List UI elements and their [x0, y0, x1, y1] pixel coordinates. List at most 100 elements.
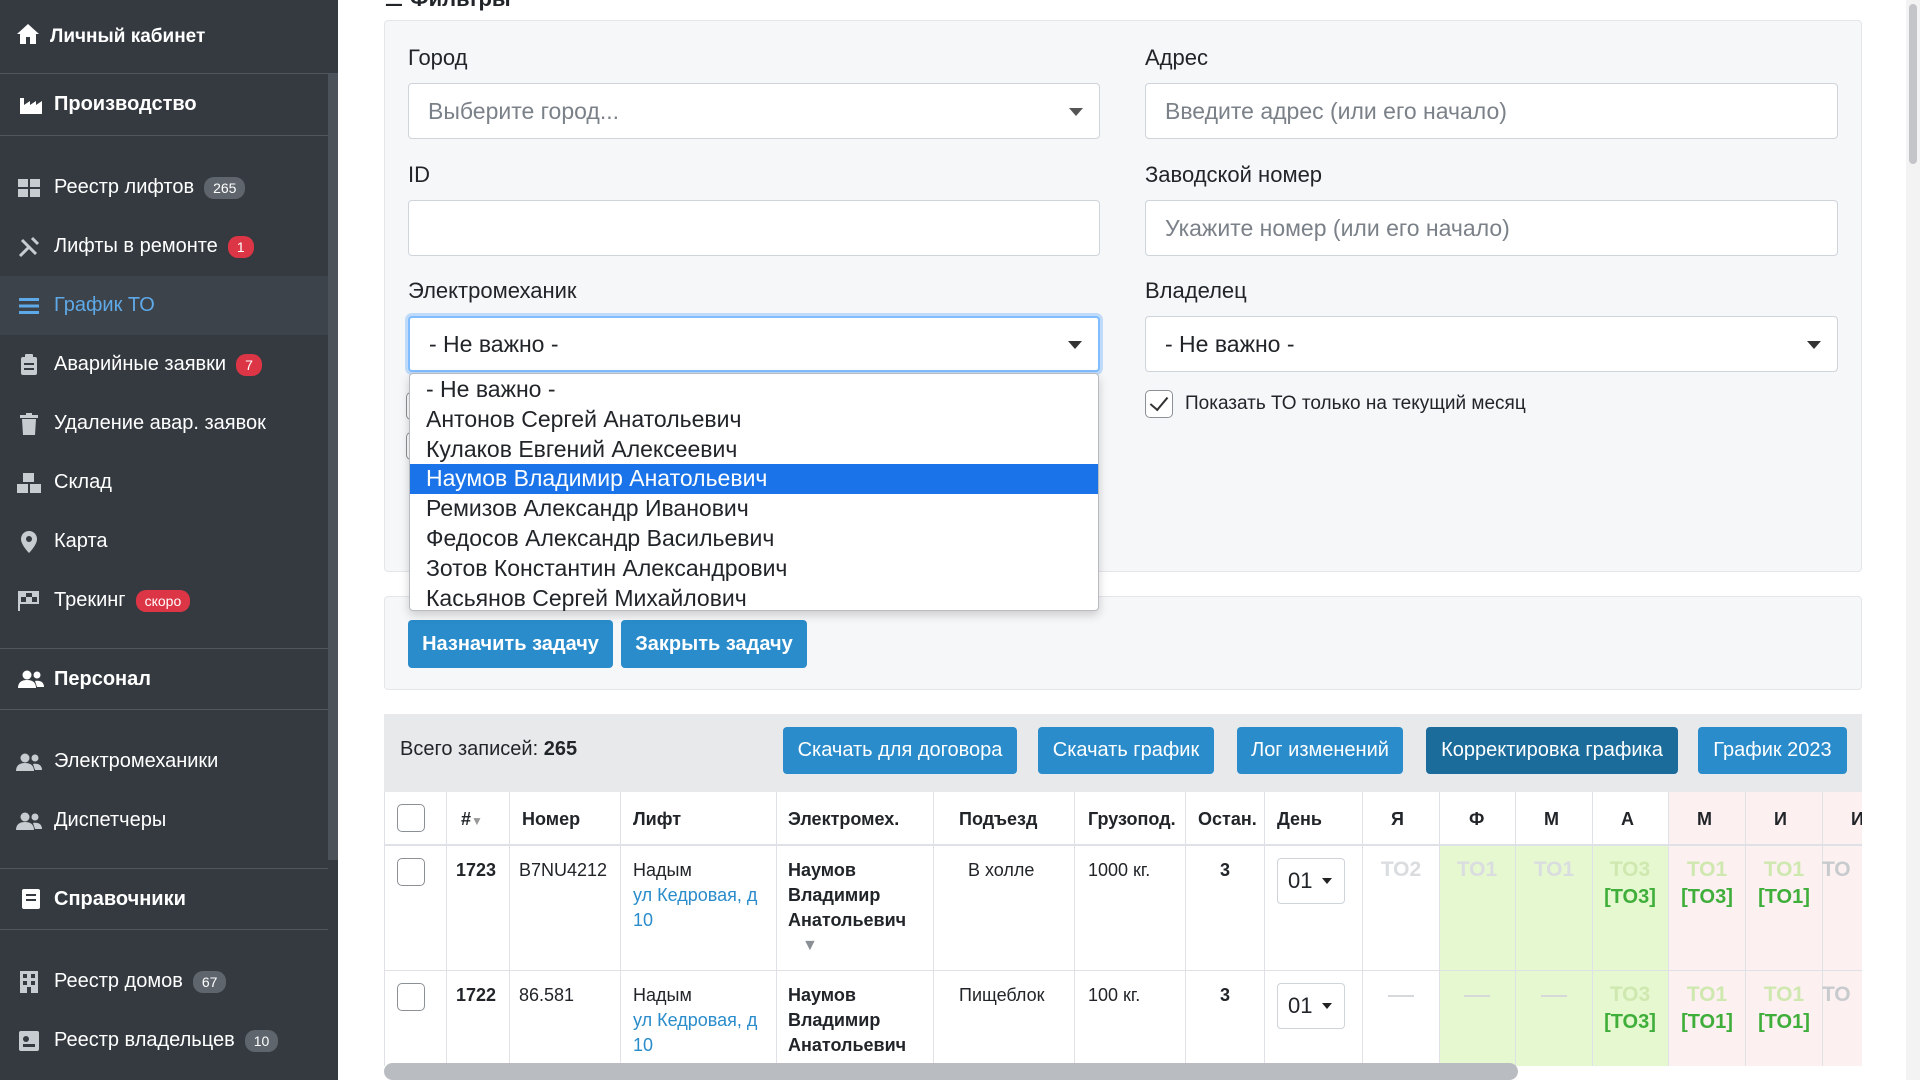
to-cell-done: [ТО3]	[1604, 1011, 1656, 1033]
change-log-button[interactable]: Лог изменений	[1237, 727, 1403, 774]
assign-task-button[interactable]: Назначить задачу	[408, 620, 613, 668]
maintenance-table: #▼ Номер Лифт Электромех. Подъезд Грузоп…	[384, 792, 1862, 1066]
row-checkbox[interactable]	[397, 983, 425, 1011]
close-task-button[interactable]: Закрыть задачу	[621, 620, 807, 668]
mechanic-dropdown-list[interactable]: - Не важно - Антонов Сергей Анатольевич …	[409, 373, 1099, 611]
col-header-text: #	[461, 809, 472, 829]
row-address-link[interactable]: ул Кедровая, д	[633, 1008, 757, 1033]
sidebar-section-staff[interactable]: Персонал	[0, 648, 328, 710]
map-pin-icon	[14, 530, 44, 553]
owner-select[interactable]: - Не важно -	[1145, 316, 1838, 372]
sidebar-item-label: Реестр домов	[54, 970, 183, 992]
day-select[interactable]: 01	[1277, 858, 1345, 904]
to-cell-planned: ТО3	[1609, 858, 1651, 881]
users-icon	[16, 670, 46, 688]
scrollbar-thumb[interactable]	[1909, 4, 1917, 164]
dropdown-option[interactable]: Зотов Константин Александрович	[410, 554, 1098, 584]
filter-icon[interactable]: ▼	[802, 933, 818, 958]
account-label: Личный кабинет	[50, 25, 206, 47]
row-address-house[interactable]: 10	[633, 1033, 653, 1058]
col-header-id[interactable]: #▼	[461, 809, 483, 830]
row-mechanic-3: Анатольевич	[788, 1035, 907, 1055]
table-row[interactable]: 1722 86.581 Надым ул Кедровая, д 10 Наум…	[384, 971, 1862, 1066]
dropdown-option[interactable]: Федосов Александр Васильевич	[410, 524, 1098, 554]
schedule-correction-button[interactable]: Корректировка графика	[1426, 727, 1678, 774]
col-header-day[interactable]: День	[1277, 809, 1322, 830]
sidebar-item-tracking[interactable]: Трекинг скоро	[0, 571, 328, 630]
col-header-entrance[interactable]: Подъезд	[959, 809, 1037, 830]
sidebar-section-production[interactable]: Производство	[0, 74, 328, 136]
col-header-capacity[interactable]: Грузопод.	[1088, 809, 1176, 830]
sidebar-item-label: Диспетчеры	[54, 809, 167, 831]
sidebar-top-account[interactable]: Личный кабинет	[0, 0, 338, 74]
city-select[interactable]: Выберите город...	[408, 83, 1100, 139]
col-header-month-may: М	[1697, 809, 1712, 829]
row-number: 86.581	[519, 985, 575, 1005]
serial-label: Заводской номер	[1145, 162, 1323, 187]
row-capacity: 1000 кг.	[1088, 860, 1151, 880]
section-label: Справочники	[54, 887, 186, 910]
dropdown-option-selected[interactable]: Наумов Владимир Анатольевич	[410, 464, 1098, 495]
to-cell: ТО1	[1533, 858, 1575, 881]
day-select[interactable]: 01	[1277, 983, 1345, 1029]
chevron-down-icon	[1068, 341, 1082, 349]
dropdown-option[interactable]: Касьянов Сергей Михайлович	[410, 584, 1098, 614]
row-checkbox[interactable]	[397, 858, 425, 886]
sidebar-item-electromechanics[interactable]: Электромеханики	[0, 732, 328, 791]
serial-input[interactable]: Укажите номер (или его начало)	[1145, 200, 1838, 256]
current-month-checkbox[interactable]	[1145, 390, 1173, 418]
chevron-down-icon	[1322, 1003, 1332, 1009]
select-all-checkbox[interactable]	[397, 804, 425, 832]
row-address-link[interactable]: ул Кедровая, д	[633, 883, 757, 908]
horizontal-scrollbar[interactable]	[384, 1063, 1518, 1080]
sidebar-item-owners[interactable]: Реестр владельцев 10	[0, 1011, 328, 1070]
chevron-down-icon	[1807, 341, 1821, 349]
chevron-down-icon	[1069, 108, 1083, 116]
id-card-icon	[14, 1030, 44, 1051]
sidebar-item-label: Реестр владельцев	[54, 1029, 235, 1051]
section-label: Производство	[54, 93, 197, 115]
col-header-number[interactable]: Номер	[522, 809, 580, 830]
row-entrance: В холле	[968, 860, 1035, 880]
sidebar-item-warehouse[interactable]: Склад	[0, 453, 328, 512]
sidebar-item-houses[interactable]: Реестр домов 67	[0, 952, 328, 1011]
sidebar-item-delete-requests[interactable]: Удаление авар. заявок	[0, 394, 328, 453]
sidebar-section-references[interactable]: Справочники	[0, 868, 328, 930]
filters-title-text: Фильтры	[410, 0, 511, 11]
to-cell-planned: ТО1	[1763, 983, 1805, 1006]
address-input[interactable]: Введите адрес (или его начало)	[1145, 83, 1838, 139]
row-mechanic-2: Владимир	[788, 885, 881, 905]
col-header-lift[interactable]: Лифт	[633, 809, 681, 830]
row-mechanic-1: Наумов	[788, 860, 856, 880]
sidebar-item-label: Удаление авар. заявок	[54, 412, 266, 434]
col-header-mechanic[interactable]: Электромех.	[788, 809, 899, 830]
dropdown-option[interactable]: Антонов Сергей Анатольевич	[410, 405, 1098, 435]
trash-icon	[14, 412, 44, 435]
row-city: Надым	[633, 985, 692, 1005]
filter-icon: ☰	[384, 0, 410, 11]
sidebar-item-map[interactable]: Карта	[0, 512, 328, 571]
mechanic-select[interactable]: - Не важно -	[408, 316, 1100, 372]
dropdown-option[interactable]: - Не важно -	[410, 375, 1098, 405]
dropdown-option[interactable]: Ремизов Александр Иванович	[410, 494, 1098, 524]
row-address-house[interactable]: 10	[633, 908, 653, 933]
count-badge: 10	[244, 1029, 279, 1052]
download-contract-button[interactable]: Скачать для договора	[783, 727, 1017, 774]
schedule-2023-button[interactable]: График 2023	[1698, 727, 1847, 774]
sidebar-scrollbar[interactable]	[328, 74, 338, 860]
sidebar-item-label: График ТО	[54, 294, 155, 316]
sidebar-item-emergency-requests[interactable]: Аварийные заявки 7	[0, 335, 328, 394]
sidebar-item-dispatchers[interactable]: Диспетчеры	[0, 791, 328, 850]
day-value: 01	[1288, 868, 1313, 893]
sidebar-item-lift-registry[interactable]: Реестр лифтов 265	[0, 158, 328, 217]
table-row[interactable]: 1723 B7NU4212 Надым ул Кедровая, д 10 На…	[384, 846, 1862, 971]
download-schedule-button[interactable]: Скачать график	[1038, 727, 1214, 774]
vertical-scrollbar[interactable]	[1906, 0, 1920, 1080]
sidebar-item-lifts-repair[interactable]: Лифты в ремонте 1	[0, 217, 328, 276]
home-icon	[16, 23, 40, 51]
id-input[interactable]	[408, 200, 1100, 256]
col-header-stops[interactable]: Остан.	[1198, 809, 1257, 830]
sidebar-item-label: Склад	[54, 471, 112, 493]
dropdown-option[interactable]: Кулаков Евгений Алексеевич	[410, 435, 1098, 465]
sidebar-item-maintenance-schedule[interactable]: График ТО	[0, 276, 328, 335]
